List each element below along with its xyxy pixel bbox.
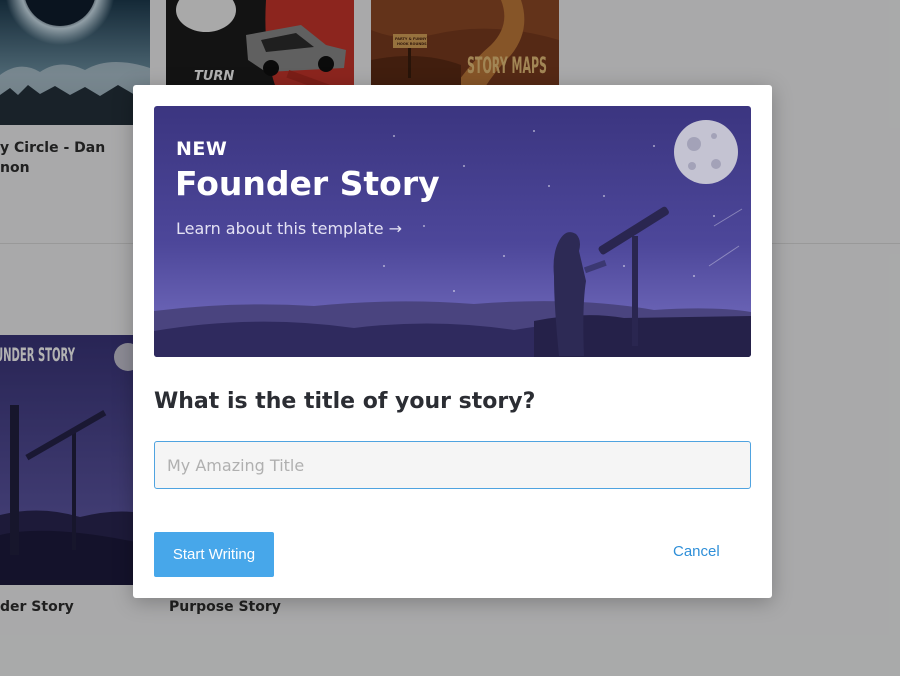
new-story-dialog: NEW Founder Story Learn about this templ…: [133, 85, 772, 598]
start-writing-button[interactable]: Start Writing: [154, 532, 274, 577]
moon-icon: [674, 120, 738, 184]
learn-more-link[interactable]: Learn about this template →: [176, 219, 402, 238]
story-title-question: What is the title of your story?: [154, 389, 536, 414]
template-banner[interactable]: NEW Founder Story Learn about this templ…: [154, 106, 751, 357]
cancel-button[interactable]: Cancel: [673, 543, 720, 560]
template-title: Founder Story: [175, 164, 440, 203]
story-title-input[interactable]: [154, 441, 751, 489]
new-badge: NEW: [176, 138, 228, 160]
